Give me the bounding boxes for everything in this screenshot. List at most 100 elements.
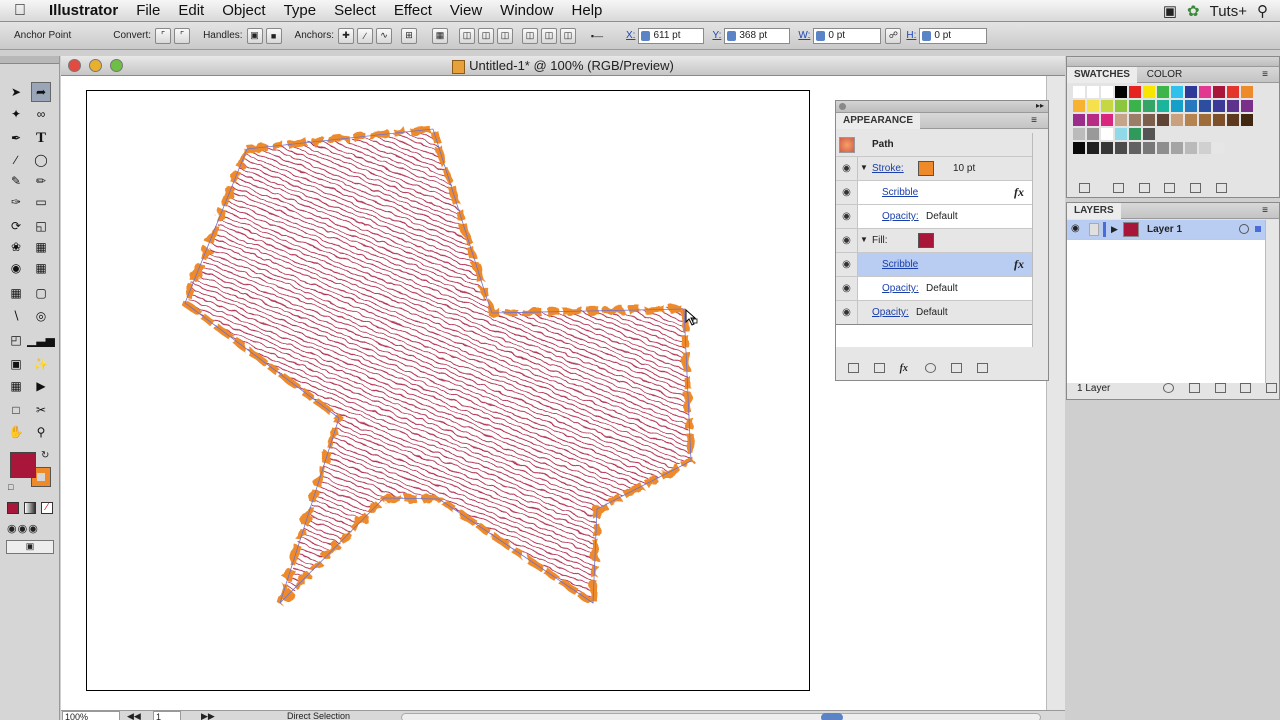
- stroke-scribble-effect[interactable]: Scribble: [882, 187, 918, 198]
- artwork-canvas[interactable]: [87, 91, 809, 690]
- swatch[interactable]: [1143, 100, 1155, 112]
- stroke-weight[interactable]: 10 pt: [953, 163, 975, 174]
- duplicate-item-icon[interactable]: [951, 363, 963, 374]
- stroke-opacity-eye-icon[interactable]: ◉: [836, 205, 858, 228]
- layer-name[interactable]: Layer 1: [1147, 224, 1182, 235]
- screen-mode-icon[interactable]: ▣: [6, 540, 54, 554]
- swatch[interactable]: [1213, 100, 1225, 112]
- shape-builder-tool-icon[interactable]: ◉: [6, 258, 26, 278]
- eyedropper-tool-icon[interactable]: ∖: [6, 306, 26, 326]
- swap-fill-stroke-icon[interactable]: ↻: [41, 450, 49, 461]
- add-new-effect-icon[interactable]: fx: [900, 363, 911, 374]
- artboard-nav-next-icon[interactable]: ▶▶: [201, 711, 215, 720]
- fill-visibility-eye-icon[interactable]: ◉: [836, 229, 858, 252]
- eraser-tool-icon[interactable]: ▭: [31, 192, 51, 212]
- add-new-fill-icon[interactable]: [873, 363, 885, 374]
- tab-layers[interactable]: LAYERS: [1067, 203, 1121, 219]
- swatch[interactable]: [1101, 114, 1113, 126]
- menu-view[interactable]: View: [441, 0, 491, 22]
- status-text[interactable]: Direct Selection: [287, 711, 350, 720]
- make-clipping-mask-icon[interactable]: [1188, 383, 1200, 394]
- stroke-disclosure-icon[interactable]: ▼: [860, 163, 868, 172]
- swatch[interactable]: [1115, 128, 1127, 140]
- fill-opacity-row[interactable]: ◉ Opacity: Default: [836, 277, 1032, 301]
- delete-item-icon[interactable]: [976, 363, 988, 374]
- line-tool-icon[interactable]: ∕: [6, 150, 26, 170]
- new-swatch-icon[interactable]: [1190, 183, 1202, 194]
- convert-smooth-icon[interactable]: ⌜: [174, 27, 191, 44]
- swatch[interactable]: [1101, 128, 1113, 140]
- align-right-icon[interactable]: ◫: [497, 27, 513, 44]
- new-color-group-icon[interactable]: [1164, 183, 1176, 194]
- cut-path-icon[interactable]: ∿: [376, 27, 392, 44]
- swatch[interactable]: [1227, 114, 1239, 126]
- selection-tool-icon[interactable]: ➤: [6, 82, 26, 102]
- layer-lock-toggle[interactable]: [1089, 223, 1099, 236]
- tab-appearance[interactable]: APPEARANCE: [836, 113, 921, 129]
- video-camera-icon[interactable]: ▣: [1163, 2, 1177, 20]
- swatch-options-icon[interactable]: [1138, 183, 1150, 194]
- gray-swatch[interactable]: [1157, 142, 1169, 154]
- swatch[interactable]: [1101, 86, 1113, 98]
- swatch[interactable]: [1087, 128, 1099, 140]
- symbol-sprayer-tool-icon[interactable]: ◰: [6, 330, 26, 350]
- y-field[interactable]: 368 pt: [724, 27, 791, 44]
- knife-tool-icon[interactable]: ▶: [31, 376, 51, 396]
- h-spinner-icon[interactable]: [922, 30, 932, 41]
- warp-tool-icon[interactable]: ❀: [6, 237, 26, 257]
- swatch[interactable]: [1157, 114, 1169, 126]
- color-mode-icon[interactable]: [7, 502, 19, 514]
- swatch[interactable]: [1087, 86, 1099, 98]
- convert-corner-icon[interactable]: ⌜: [155, 27, 172, 44]
- new-sublayer-icon[interactable]: [1214, 383, 1226, 394]
- swatch[interactable]: [1213, 86, 1225, 98]
- stroke-label[interactable]: Stroke:: [872, 163, 904, 174]
- lasso-tool-icon[interactable]: ∞: [31, 104, 51, 124]
- swatch[interactable]: [1185, 86, 1197, 98]
- align-left-icon[interactable]: ◫: [459, 27, 475, 44]
- scale-tool-icon[interactable]: ◱: [31, 216, 51, 236]
- zoom-tool-icon[interactable]: ⚲: [31, 422, 51, 442]
- free-transform-tool-icon[interactable]: ▦: [31, 237, 51, 257]
- show-swatch-kinds-icon[interactable]: [1112, 183, 1124, 194]
- w-spinner-icon[interactable]: [816, 30, 826, 41]
- swatch[interactable]: [1241, 100, 1253, 112]
- align-bottom-icon[interactable]: ◫: [560, 27, 576, 44]
- direct-selection-tool-icon[interactable]: ➦: [31, 82, 51, 102]
- pencil-tool-icon[interactable]: ✏: [31, 171, 51, 191]
- anchor-point-icon[interactable]: ▪—: [589, 28, 605, 44]
- layer-selection-indicator[interactable]: [1255, 226, 1261, 232]
- gray-swatch[interactable]: [1129, 142, 1141, 154]
- gray-swatch[interactable]: [1213, 142, 1225, 154]
- gray-swatch[interactable]: [1143, 142, 1155, 154]
- swatch[interactable]: [1241, 86, 1253, 98]
- fill-opacity-eye-icon[interactable]: ◉: [836, 277, 858, 300]
- constrain-proportions-icon[interactable]: ☍: [885, 27, 902, 44]
- swatch[interactable]: [1129, 100, 1141, 112]
- align-top-icon[interactable]: ◫: [522, 27, 538, 44]
- swatch[interactable]: [1073, 128, 1085, 140]
- stroke-row[interactable]: ◉ ▼ Stroke: 10 pt: [836, 157, 1032, 181]
- zoom-window-icon[interactable]: [110, 59, 123, 72]
- layer-target-icon[interactable]: [1239, 224, 1249, 234]
- align-middle-icon[interactable]: ◫: [541, 27, 557, 44]
- swatch[interactable]: [1157, 86, 1169, 98]
- x-spinner-icon[interactable]: [641, 30, 651, 41]
- isolate-icon[interactable]: ⊞: [401, 27, 417, 44]
- sync-icon[interactable]: ✿: [1187, 2, 1200, 20]
- swatch[interactable]: [1115, 100, 1127, 112]
- appearance-scrollbar[interactable]: [1032, 133, 1048, 347]
- swatch[interactable]: [1185, 100, 1197, 112]
- paintbrush-tool-icon[interactable]: ✎: [6, 171, 26, 191]
- stroke-opacity-label[interactable]: Opacity:: [882, 211, 919, 222]
- layers-panel-menu-icon[interactable]: ≡: [1255, 203, 1275, 219]
- horizontal-scrollbar[interactable]: [401, 713, 1041, 720]
- menu-object[interactable]: Object: [213, 0, 274, 22]
- menu-window[interactable]: Window: [491, 0, 562, 22]
- hide-handles-icon[interactable]: ■: [265, 27, 282, 44]
- swatch[interactable]: [1227, 100, 1239, 112]
- swatch[interactable]: [1073, 100, 1085, 112]
- blend-tool-icon[interactable]: ◎: [31, 306, 51, 326]
- gray-swatch[interactable]: [1115, 142, 1127, 154]
- swatch[interactable]: [1241, 114, 1253, 126]
